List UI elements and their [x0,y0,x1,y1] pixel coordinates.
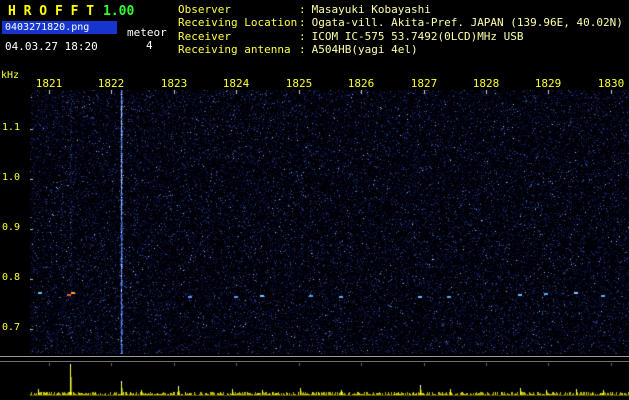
time-label: 1825 [285,77,313,90]
freq-label: 0.8 [2,272,21,283]
time-label: 1821 [35,77,63,90]
freq-label: 0.9 [2,222,21,233]
info-colon: : [299,29,306,43]
app-version: 1.00 [103,4,135,19]
time-label: 1826 [347,77,375,90]
datetime-label: 04.03.27 18:20 [5,40,98,53]
info-row-antenna: Receiving antenna: A504HB(yagi 4el) [178,43,623,56]
filename-box: 0403271820.png [2,21,117,34]
time-label: 1829 [534,77,562,90]
separator-line [0,361,629,362]
info-row-observer: Observer: Masayuki Kobayashi [178,3,623,16]
freq-label: 1.1 [2,122,21,133]
time-label: 1828 [472,77,500,90]
info-value: A504HB(yagi 4el) [311,43,418,57]
time-label: 1827 [410,77,438,90]
info-row-receiver: Receiver: ICOM IC-575 53.7492(0LCD)MHz US… [178,30,623,43]
info-label: Receiving antenna [178,43,291,57]
separator-line [0,356,629,357]
app-title: H R O F F T [8,4,95,19]
level-strip-canvas [0,363,629,398]
info-row-location: Receiving Location: Ogata-vill. Akita-Pre… [178,16,623,29]
info-value: Ogata-vill. Akita-Pref. JAPAN (139.96E, … [311,16,623,30]
info-colon: : [299,43,306,57]
time-label: 1822 [97,77,125,90]
time-label: 1824 [222,77,250,90]
meteor-count: 4 [146,39,153,52]
freq-label: 0.7 [2,322,21,333]
info-label: Receiving Location [178,16,298,30]
info-label: Observer [178,3,231,16]
freq-unit-label: kHz [1,70,20,81]
filename-label: 0403271820.png [5,22,90,33]
time-label: 1823 [160,77,188,90]
info-value: Masayuki Kobayashi [311,3,431,16]
hrofft-window: H R O F F T 1.00 0403271820.png meteor 4… [0,0,629,400]
info-label: Receiver [178,29,231,43]
time-label: 1830 [597,77,625,90]
info-colon: : [299,16,306,30]
info-colon: : [299,3,306,16]
mode-label: meteor [127,26,167,39]
spectrogram-canvas [30,90,629,354]
info-value: ICOM IC-575 53.7492(0LCD)MHz USB [311,29,524,43]
freq-label: 1.0 [2,172,21,183]
station-info: Observer: Masayuki Kobayashi Receiving Lo… [178,3,623,57]
